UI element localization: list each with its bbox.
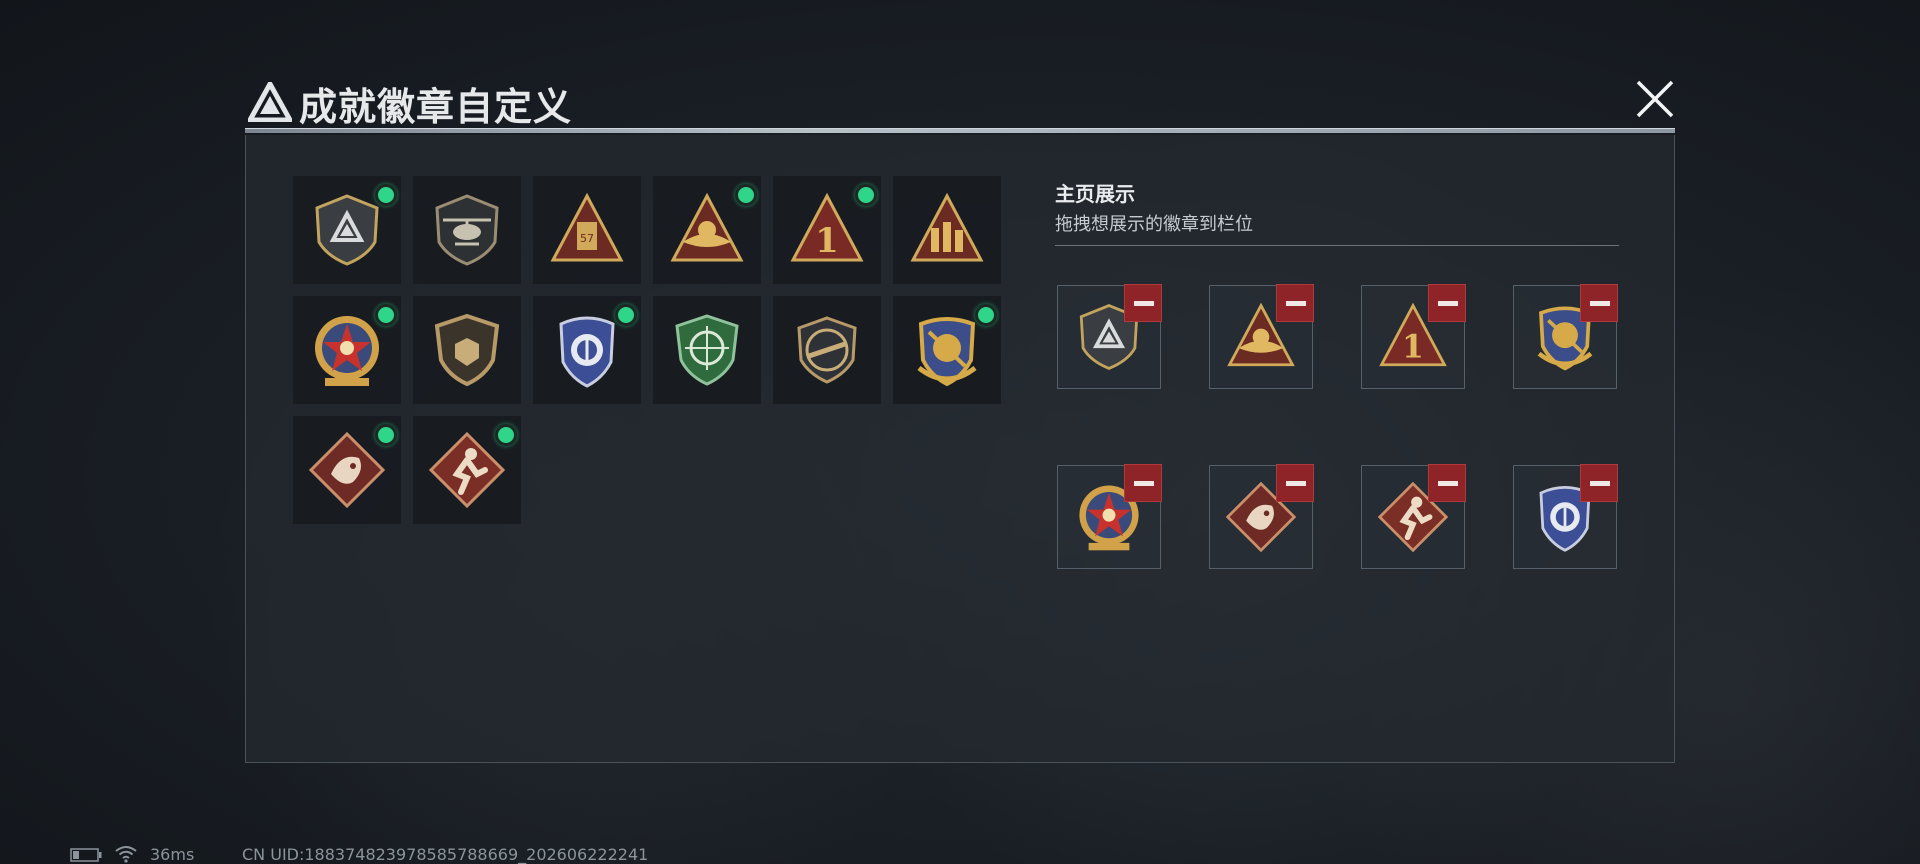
showcase-divider	[1055, 245, 1619, 246]
remove-badge-button[interactable]	[1428, 464, 1466, 502]
ping-text: 36ms	[150, 845, 195, 864]
runner-diamond-badge-icon	[428, 431, 506, 509]
header-divider	[245, 128, 1675, 133]
soldiers-triangle-badge-icon	[910, 192, 984, 262]
eagle-triangle-badge-icon	[670, 192, 744, 262]
dragon-diamond-badge-icon	[308, 431, 386, 509]
remove-badge-button[interactable]	[1276, 464, 1314, 502]
svg-text:1: 1	[1402, 328, 1424, 365]
new-indicator-dot	[375, 424, 397, 446]
triangle-logo-icon	[248, 82, 292, 122]
remove-badge-button[interactable]	[1124, 284, 1162, 322]
rifle-shield-badge-icon	[797, 316, 857, 384]
badge-number-one-triangle-badge[interactable]: 1	[773, 176, 881, 284]
remove-badge-button[interactable]	[1124, 464, 1162, 502]
star-medal-badge-icon	[315, 316, 379, 386]
new-indicator-dot	[495, 424, 517, 446]
tower-triangle-badge-icon: 57	[550, 192, 624, 262]
showcase-slot-3[interactable]: 1	[1361, 284, 1466, 389]
uid-text: CN UID:18837482397858578866​9_2026062222…	[242, 845, 649, 864]
showcase-slot-2[interactable]	[1209, 284, 1314, 389]
badge-eagle-triangle-badge[interactable]	[653, 176, 761, 284]
blue-police-badge-icon	[559, 316, 615, 388]
badge-star-medal-badge[interactable]	[293, 296, 401, 404]
remove-badge-button[interactable]	[1276, 284, 1314, 322]
badge-blue-police-badge[interactable]	[533, 296, 641, 404]
gold-crest-badge-icon	[917, 317, 977, 387]
remove-badge-button[interactable]	[1580, 284, 1618, 322]
showcase-slot-6[interactable]	[1209, 464, 1314, 569]
dialog-title: 成就徽章自定义	[299, 85, 573, 129]
new-indicator-dot	[975, 304, 997, 326]
badge-bronze-shield-badge[interactable]	[413, 296, 521, 404]
close-button[interactable]	[1632, 76, 1678, 122]
green-crosshair-badge-icon	[675, 314, 739, 386]
close-icon	[1636, 80, 1674, 118]
badge-soldiers-triangle-badge[interactable]	[893, 176, 1001, 284]
dialog-header: 成就徽章自定义	[238, 70, 1678, 132]
showcase-slot-5[interactable]	[1057, 464, 1162, 569]
badge-dragon-diamond-badge[interactable]	[293, 416, 401, 524]
showcase-slot-8[interactable]	[1513, 464, 1618, 569]
badge-helicopter-badge[interactable]	[413, 176, 521, 284]
new-indicator-dot	[855, 184, 877, 206]
remove-badge-button[interactable]	[1580, 464, 1618, 502]
new-indicator-dot	[615, 304, 637, 326]
showcase-slot-1[interactable]	[1057, 284, 1162, 389]
remove-badge-button[interactable]	[1428, 284, 1466, 322]
badge-green-crosshair-badge[interactable]	[653, 296, 761, 404]
wifi-icon	[115, 846, 137, 863]
new-indicator-dot	[375, 184, 397, 206]
showcase-subtitle: 拖拽想展示的徽章到栏位	[1055, 214, 1253, 235]
new-indicator-dot	[375, 304, 397, 326]
badge-rifle-shield-badge[interactable]	[773, 296, 881, 404]
helicopter-badge-icon	[435, 194, 499, 266]
badge-runner-diamond-badge[interactable]	[413, 416, 521, 524]
badge-gold-crest-badge[interactable]	[893, 296, 1001, 404]
showcase-slot-7[interactable]	[1361, 464, 1466, 569]
shield-logo-badge-icon	[315, 194, 379, 266]
badge-shield-logo-badge[interactable]	[293, 176, 401, 284]
new-indicator-dot	[735, 184, 757, 206]
bronze-shield-badge-icon	[434, 313, 500, 387]
badge-tower-triangle-badge[interactable]: 57	[533, 176, 641, 284]
svg-text:57: 57	[580, 232, 594, 245]
number-one-triangle-badge-icon: 1	[790, 192, 864, 262]
showcase-slot-4[interactable]	[1513, 284, 1618, 389]
svg-text:1: 1	[815, 221, 839, 261]
showcase-title: 主页展示	[1055, 182, 1135, 206]
battery-icon	[70, 848, 102, 862]
